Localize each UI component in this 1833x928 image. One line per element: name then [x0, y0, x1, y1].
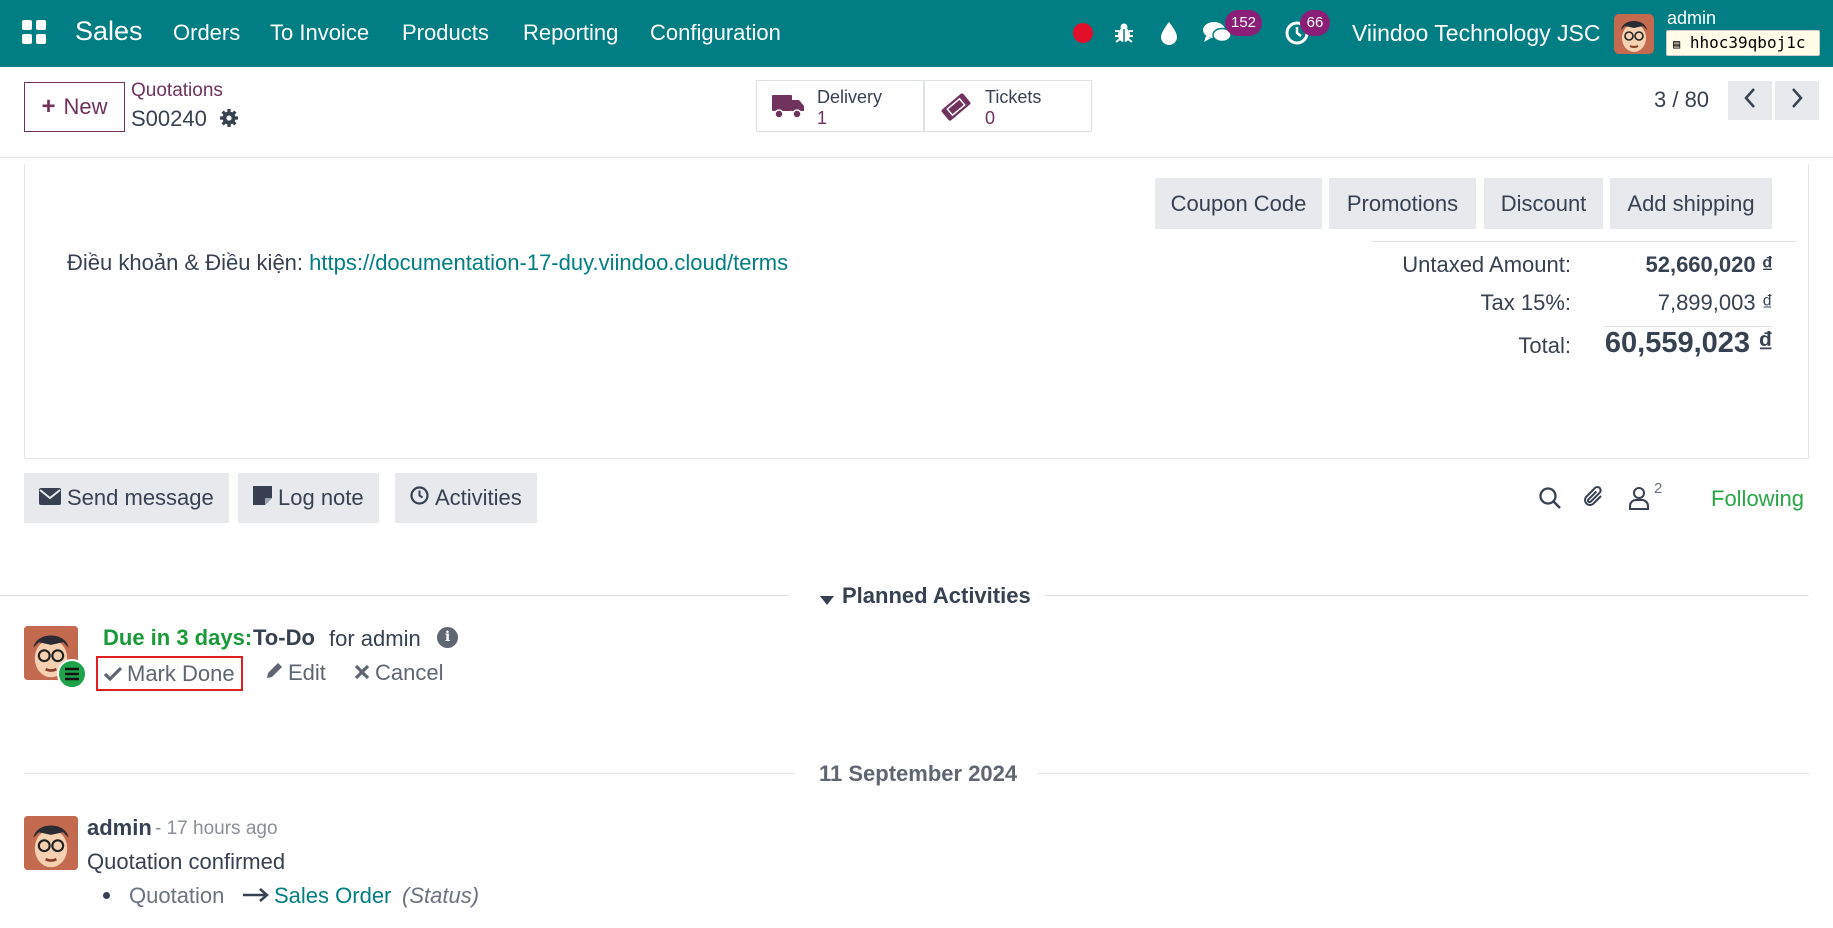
ticket-icon — [941, 93, 971, 121]
info-icon[interactable]: i — [437, 627, 458, 648]
separator-line-left — [0, 595, 789, 596]
tax-value: 7,899,003 ₫ — [1657, 290, 1773, 315]
terms-link[interactable]: https://documentation-17-duy.viindoo.clo… — [309, 250, 788, 275]
app-name[interactable]: Sales — [75, 16, 143, 47]
total-label: Total: — [1518, 333, 1571, 358]
truck-icon — [772, 95, 804, 119]
untaxed-amount-label: Untaxed Amount: — [1402, 252, 1571, 277]
edit-activity-button[interactable]: Edit — [265, 660, 326, 686]
gear-icon[interactable] — [219, 108, 239, 128]
database-name: ▤ hhoc39qboj1c — [1666, 30, 1820, 56]
message-body: Quotation confirmed — [87, 849, 286, 874]
message-author-avatar[interactable] — [24, 816, 78, 870]
caret-down-icon[interactable] — [820, 588, 834, 612]
search-icon[interactable] — [1538, 486, 1562, 516]
add-shipping-button[interactable]: Add shipping — [1610, 178, 1772, 229]
cancel-label: Cancel — [375, 660, 444, 685]
message-author[interactable]: admin — [87, 815, 152, 841]
date-separator-line-left — [24, 773, 795, 774]
user-name[interactable]: admin — [1667, 8, 1716, 29]
smart-button-tickets[interactable]: Tickets 0 — [924, 80, 1092, 132]
messages-count-badge: 152 — [1225, 10, 1263, 36]
promotions-button[interactable]: Promotions — [1329, 178, 1476, 229]
close-icon — [354, 660, 370, 686]
todo-list-icon — [57, 659, 87, 689]
note-icon — [253, 485, 272, 511]
activities-label: Activities — [435, 485, 522, 510]
mark-done-label: Mark Done — [127, 660, 235, 686]
activities-button[interactable]: Activities — [395, 473, 537, 523]
message-time: - 17 hours ago — [155, 818, 278, 839]
coupon-code-button[interactable]: Coupon Code — [1155, 178, 1322, 229]
tracking-field: (Status) — [402, 883, 480, 908]
tracking-bullet — [103, 892, 110, 899]
followers-user-icon[interactable] — [1628, 486, 1650, 516]
app-menu-icon[interactable] — [22, 20, 48, 46]
activities-count-badge: 66 — [1300, 10, 1330, 36]
pager-next-button[interactable] — [1775, 81, 1819, 120]
menu-products[interactable]: Products — [402, 20, 489, 46]
smart-button-delivery[interactable]: Delivery 1 — [756, 80, 924, 132]
edit-label: Edit — [288, 660, 326, 685]
mark-done-button[interactable]: Mark Done — [96, 656, 243, 691]
tracking-new-value: Sales Order — [274, 883, 392, 908]
pencil-icon — [265, 660, 283, 686]
delivery-count: 1 — [817, 108, 828, 128]
separator-line-right — [1045, 595, 1809, 596]
activity-due: Due in 3 days: — [103, 625, 253, 650]
check-icon — [103, 661, 123, 687]
following-button[interactable]: Following — [1711, 486, 1804, 512]
delivery-label: Delivery — [817, 87, 883, 107]
new-button-label: New — [63, 94, 108, 119]
menu-reporting[interactable]: Reporting — [523, 20, 618, 46]
debug-bug-icon[interactable] — [1109, 18, 1139, 48]
menu-to-invoice[interactable]: To Invoice — [270, 20, 369, 46]
record-icon[interactable] — [1068, 18, 1098, 48]
followers-count: 2 — [1654, 480, 1663, 497]
envelope-icon — [39, 485, 61, 511]
total-value: 60,559,023 ₫ — [1604, 327, 1773, 359]
database-icon: ▤ — [1673, 37, 1681, 51]
breadcrumb-quotations[interactable]: Quotations — [131, 80, 223, 102]
tracking-old-value: Quotation — [129, 883, 225, 908]
terms-conditions: Điều khoản & Điều kiện: https://document… — [67, 250, 788, 276]
record-title: S00240 — [131, 106, 207, 131]
cancel-activity-button[interactable]: Cancel — [354, 660, 443, 686]
send-message-button[interactable]: Send message — [24, 473, 229, 523]
menu-orders[interactable]: Orders — [173, 20, 240, 46]
log-note-button[interactable]: Log note — [238, 473, 379, 523]
totals-divider — [1372, 241, 1796, 242]
chevron-left-icon — [1743, 87, 1757, 115]
database-label: hhoc39qboj1c — [1689, 33, 1806, 52]
plus-icon: + — [41, 93, 56, 120]
activity-type: To-Do — [253, 625, 315, 650]
user-avatar[interactable] — [1614, 14, 1654, 54]
clock-icon — [410, 485, 429, 511]
pager-previous-button[interactable] — [1728, 81, 1772, 120]
menu-configuration[interactable]: Configuration — [650, 20, 781, 46]
top-navbar: Sales Orders To Invoice Products Reporti… — [0, 0, 1833, 67]
send-message-label: Send message — [67, 485, 214, 510]
chevron-right-icon — [1790, 87, 1804, 115]
planned-activities-title[interactable]: Planned Activities — [842, 583, 1031, 609]
pager-value[interactable]: 3 / 80 — [1654, 87, 1709, 113]
activity-assignee: for admin — [329, 626, 421, 651]
tax-label: Tax 15%: — [1480, 290, 1572, 315]
paperclip-icon[interactable] — [1582, 484, 1606, 516]
log-note-label: Log note — [278, 485, 364, 510]
date-separator-line-right — [1038, 773, 1809, 774]
color-drop-icon[interactable] — [1154, 18, 1184, 48]
tickets-label: Tickets — [985, 87, 1042, 107]
company-switcher[interactable]: Viindoo Technology JSC — [1352, 20, 1601, 47]
new-button[interactable]: + New — [24, 82, 125, 132]
untaxed-amount-value: 52,660,020 ₫ — [1645, 252, 1773, 277]
arrow-right-icon — [243, 882, 269, 908]
date-separator: 11 September 2024 — [819, 761, 1018, 786]
tickets-count: 0 — [985, 108, 996, 128]
discount-button[interactable]: Discount — [1484, 178, 1603, 229]
terms-label: Điều khoản & Điều kiện: — [67, 250, 304, 275]
